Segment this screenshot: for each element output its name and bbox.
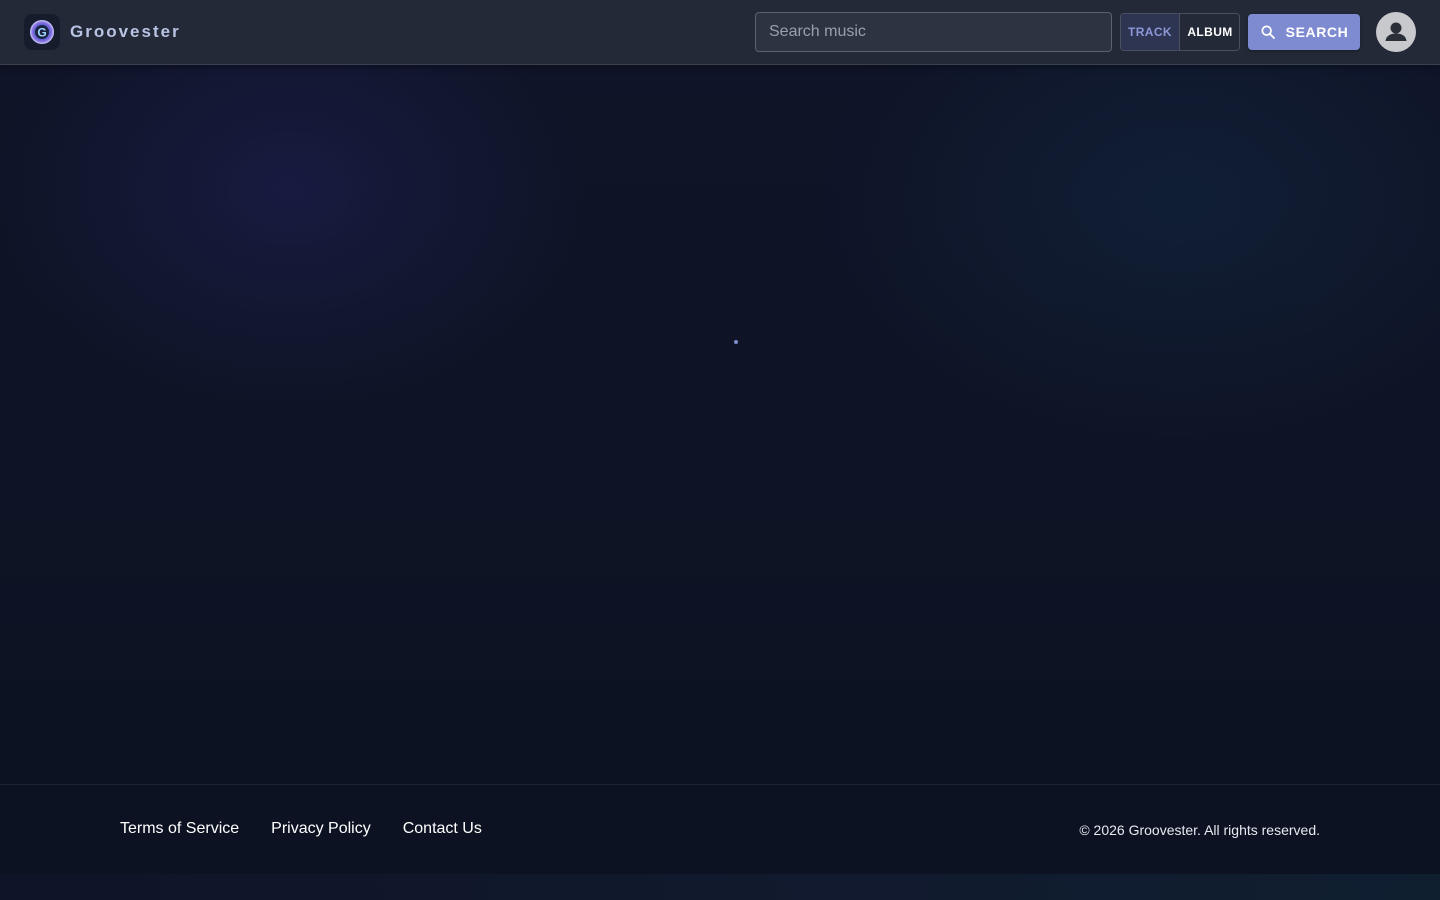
search-input[interactable] [755, 12, 1112, 52]
search-button-label: SEARCH [1285, 24, 1349, 40]
contact-us-link[interactable]: Contact Us [403, 819, 482, 839]
toggle-album-button[interactable]: ALBUM [1180, 14, 1239, 50]
copyright-text: © 2026 Groovester. All rights reserved. [1079, 822, 1320, 838]
footer: Terms of Service Privacy Policy Contact … [0, 784, 1440, 875]
privacy-policy-link[interactable]: Privacy Policy [271, 819, 371, 839]
terms-of-service-link[interactable]: Terms of Service [120, 819, 239, 839]
page: G Groovester TRACK ALBUM SEARCH [0, 0, 1440, 900]
logo-graphic: G [30, 20, 54, 44]
search-icon [1260, 24, 1276, 40]
top-app-bar: G Groovester TRACK ALBUM SEARCH [0, 0, 1440, 65]
bottom-background-strip [0, 874, 1440, 900]
app-name[interactable]: Groovester [70, 20, 181, 44]
search-type-toggle: TRACK ALBUM [1120, 13, 1240, 51]
logo-letter: G [37, 26, 46, 40]
toggle-track-button[interactable]: TRACK [1121, 14, 1180, 50]
groovester-logo-icon[interactable]: G [24, 14, 60, 50]
search-button[interactable]: SEARCH [1248, 14, 1360, 50]
avatar[interactable] [1376, 12, 1416, 52]
footer-links: Terms of Service Privacy Policy Contact … [120, 819, 514, 839]
person-icon [1385, 22, 1407, 41]
loading-spinner [734, 340, 738, 344]
